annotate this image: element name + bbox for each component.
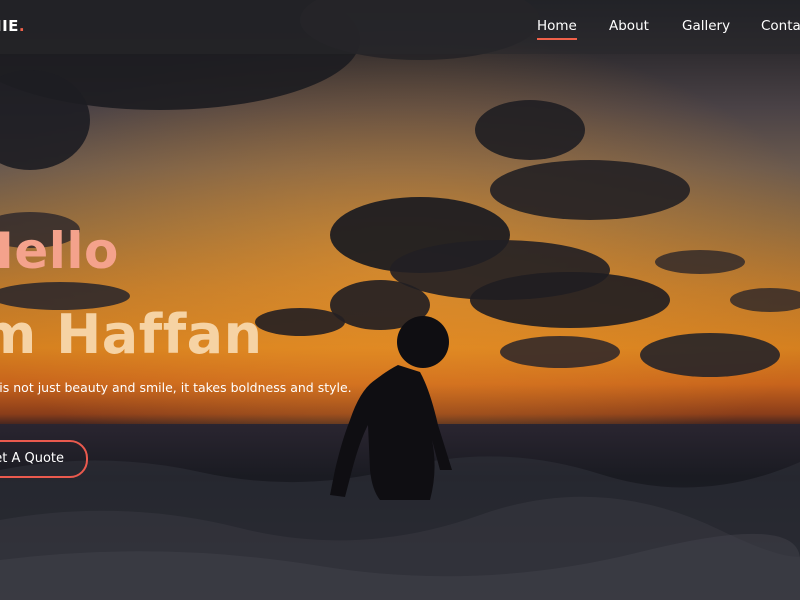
brand-logo-text: IIE [0, 17, 19, 35]
get-a-quote-button[interactable]: et A Quote [0, 440, 88, 478]
hero-tagline: ing is not just beauty and smile, it tak… [0, 380, 352, 395]
nav-link-home[interactable]: Home [537, 18, 577, 40]
brand-logo-dot: . [18, 17, 26, 35]
top-navbar: IIE. Home About Gallery Conta [0, 0, 800, 54]
nav-link-about[interactable]: About [609, 18, 649, 34]
brand-logo[interactable]: IIE. [0, 17, 25, 35]
nav-link-gallery[interactable]: Gallery [682, 18, 730, 34]
hero-section: IIE. Home About Gallery Conta Hello m Ha… [0, 0, 800, 600]
hero-background-image [0, 0, 800, 600]
hero-headline-line1: Hello [0, 222, 119, 280]
hero-headline-line2: m Haffan [0, 303, 263, 366]
get-a-quote-button-label: et A Quote [0, 451, 64, 466]
nav-link-contact[interactable]: Conta [761, 18, 800, 34]
